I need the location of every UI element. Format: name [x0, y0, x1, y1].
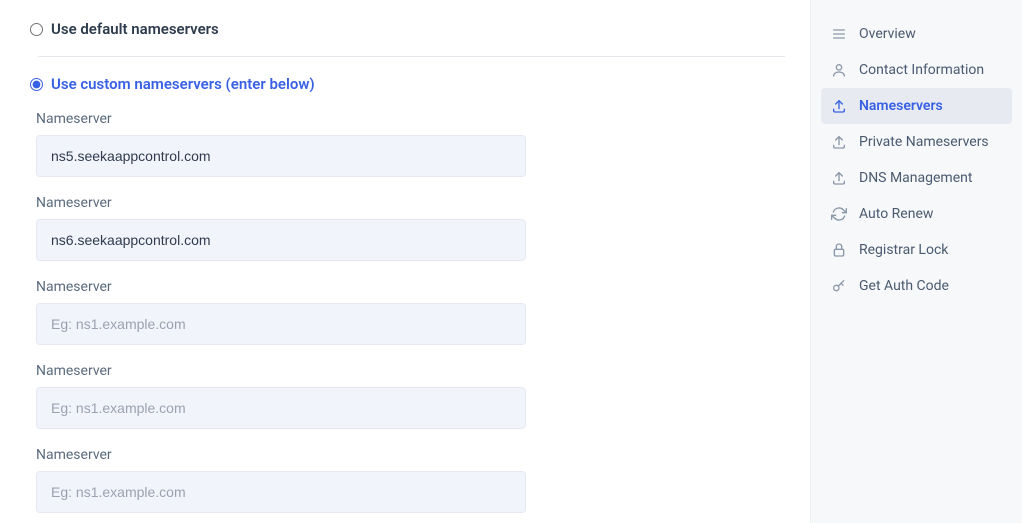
nameserver-input-5[interactable] [36, 471, 526, 513]
lock-icon [831, 242, 847, 258]
sidebar-item-label: Registrar Lock [859, 242, 948, 258]
radio-custom[interactable] [30, 78, 43, 91]
sidebar: Overview Contact Information Nameservers… [810, 0, 1022, 523]
sidebar-item-label: Auto Renew [859, 206, 933, 222]
list-icon [831, 26, 847, 42]
sidebar-item-get-auth-code[interactable]: Get Auth Code [821, 268, 1012, 304]
nameserver-input-2[interactable] [36, 219, 526, 261]
user-icon [831, 62, 847, 78]
option-default-row: Use default nameservers [30, 20, 785, 38]
sidebar-item-auto-renew[interactable]: Auto Renew [821, 196, 1012, 232]
nameserver-field-2: Nameserver [36, 195, 785, 261]
nameserver-label: Nameserver [36, 195, 785, 211]
nameserver-field-4: Nameserver [36, 363, 785, 429]
main-content: Use default nameservers Use custom names… [0, 0, 810, 523]
sidebar-item-private-nameservers[interactable]: Private Nameservers [821, 124, 1012, 160]
radio-custom-label[interactable]: Use custom nameservers (enter below) [51, 75, 315, 93]
nameserver-label: Nameserver [36, 279, 785, 295]
sidebar-item-label: DNS Management [859, 170, 972, 186]
sidebar-item-label: Nameservers [859, 98, 943, 114]
nameserver-input-3[interactable] [36, 303, 526, 345]
option-custom-row: Use custom nameservers (enter below) [30, 75, 785, 93]
sidebar-item-label: Contact Information [859, 62, 984, 78]
divider [38, 56, 785, 57]
nameserver-label: Nameserver [36, 447, 785, 463]
nameserver-label: Nameserver [36, 111, 785, 127]
sidebar-item-registrar-lock[interactable]: Registrar Lock [821, 232, 1012, 268]
nameserver-form: Nameserver Nameserver Nameserver Nameser… [30, 111, 785, 513]
refresh-icon [831, 206, 847, 222]
nameserver-label: Nameserver [36, 363, 785, 379]
nameserver-input-1[interactable] [36, 135, 526, 177]
sidebar-item-label: Get Auth Code [859, 278, 949, 294]
sidebar-item-nameservers[interactable]: Nameservers [821, 88, 1012, 124]
radio-default[interactable] [30, 23, 43, 36]
sidebar-item-label: Overview [859, 26, 916, 42]
nameserver-field-3: Nameserver [36, 279, 785, 345]
sidebar-item-label: Private Nameservers [859, 134, 989, 150]
nameserver-input-4[interactable] [36, 387, 526, 429]
upload-icon [831, 134, 847, 150]
upload-icon [831, 98, 847, 114]
key-icon [831, 278, 847, 294]
sidebar-item-overview[interactable]: Overview [821, 16, 1012, 52]
nameserver-field-5: Nameserver [36, 447, 785, 513]
sidebar-item-contact-information[interactable]: Contact Information [821, 52, 1012, 88]
nameserver-field-1: Nameserver [36, 111, 785, 177]
sidebar-item-dns-management[interactable]: DNS Management [821, 160, 1012, 196]
upload-icon [831, 170, 847, 186]
radio-default-label[interactable]: Use default nameservers [51, 20, 219, 38]
